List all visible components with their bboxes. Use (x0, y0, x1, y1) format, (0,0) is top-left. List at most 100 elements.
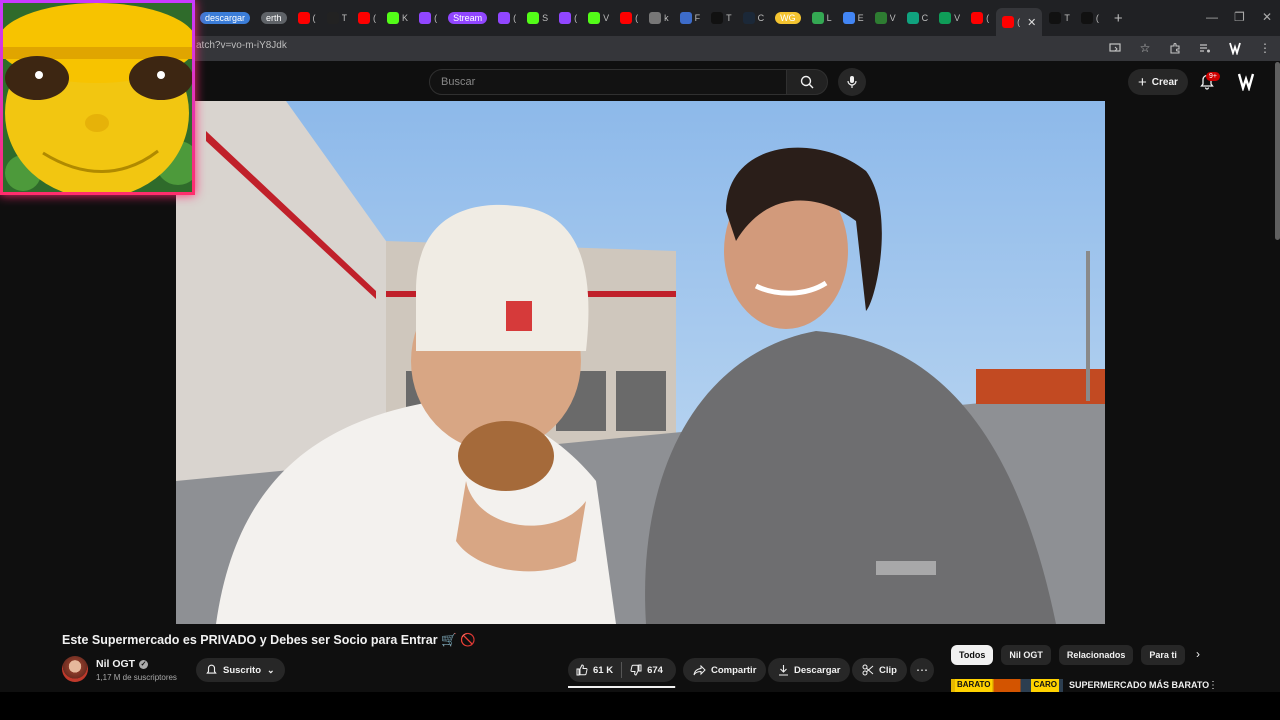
browser-tab[interactable]: Stream (444, 6, 491, 30)
more-actions-button[interactable]: ⋯ (910, 658, 934, 682)
download-button[interactable]: Descargar (768, 658, 851, 682)
webcam-overlay (0, 0, 195, 195)
filter-chip[interactable]: Relacionados (1058, 645, 1134, 665)
browser-tab[interactable]: ( (555, 6, 581, 30)
browser-tab[interactable]: ( (415, 6, 441, 30)
url-text[interactable]: atch?v=vo-m-iY8Jdk (196, 40, 287, 51)
download-action: Descargar (768, 658, 851, 682)
browser-tab[interactable]: ( (494, 6, 520, 30)
thumbs-down-icon (630, 664, 642, 676)
account-avatar[interactable] (1234, 69, 1258, 93)
tab-favicon-icon (842, 12, 855, 24)
download-label: Descargar (794, 664, 841, 676)
character-face-image (3, 3, 192, 192)
search-button[interactable] (786, 69, 828, 95)
search-icon (800, 75, 814, 89)
browser-tab[interactable]: K (383, 6, 412, 30)
browser-menu-icon[interactable]: ⋮ (1256, 39, 1274, 57)
tab-label: V (954, 13, 961, 23)
bookmark-star-icon[interactable]: ☆ (1136, 39, 1154, 57)
subscribed-button[interactable]: Suscrito ⌄ (196, 658, 285, 682)
page-scrollbar[interactable] (1275, 62, 1280, 240)
tab-favicon-icon (1002, 16, 1015, 28)
browser-tab[interactable]: V (871, 6, 900, 30)
profile-icon[interactable] (1226, 39, 1244, 57)
verified-check-icon: ✓ (139, 659, 149, 669)
tab-favicon-icon (419, 12, 432, 24)
tab-label: S (542, 13, 549, 23)
cast-icon[interactable] (1106, 39, 1124, 57)
browser-tab[interactable]: V (584, 6, 613, 30)
browser-tab[interactable]: erth (257, 6, 291, 30)
tab-favicon-icon (906, 12, 919, 24)
filter-chip[interactable]: Todos (951, 645, 994, 665)
close-window-icon[interactable]: ✕ (1262, 10, 1272, 24)
browser-tab[interactable]: ( (354, 6, 380, 30)
clip-button[interactable]: Clip (852, 658, 907, 682)
browser-tab[interactable]: WG (771, 6, 805, 30)
tab-favicon-icon (679, 12, 692, 24)
browser-tab[interactable]: F (676, 6, 705, 30)
download-icon (779, 665, 788, 676)
browser-tab[interactable]: T (323, 6, 352, 30)
channel-name[interactable]: Nil OGT (96, 658, 135, 670)
browser-tab[interactable]: C (739, 6, 769, 30)
restore-icon[interactable]: ❐ (1234, 10, 1245, 24)
browser-tab[interactable]: C (903, 6, 933, 30)
thumb-right-text: CARO (1031, 679, 1059, 693)
browser-tab[interactable]: descargar (196, 6, 254, 30)
browser-tab[interactable]: ( (1077, 6, 1103, 30)
recommendation-title[interactable]: SUPERMERCADO MÁS BARATO (1069, 680, 1209, 690)
browser-tab[interactable]: L (808, 6, 836, 30)
tab-label: F (694, 13, 701, 23)
video-frame (176, 101, 1105, 624)
recommendation-thumbnail[interactable]: BARATO CARO (951, 679, 1063, 693)
tab-label: T (726, 13, 732, 23)
tab-label: L (826, 13, 832, 23)
browser-tab[interactable]: T (1045, 6, 1074, 30)
chevron-right-icon[interactable]: › (1196, 647, 1200, 661)
channel-avatar[interactable] (62, 656, 88, 682)
tab-label: T (341, 13, 348, 23)
browser-tab[interactable]: k (645, 6, 673, 30)
video-player[interactable] (176, 101, 1105, 624)
dislike-button[interactable]: 674 (622, 658, 671, 682)
tab-favicon-icon (498, 12, 511, 24)
share-label: Compartir (711, 664, 757, 676)
browser-tab[interactable]: ( (616, 6, 642, 30)
like-ratio-fill (568, 686, 675, 688)
tab-favicon-icon (620, 12, 633, 24)
browser-tab[interactable]: V (935, 6, 964, 30)
video-title: Este Supermercado es PRIVADO y Debes ser… (62, 633, 476, 647)
browser-tab[interactable]: T (707, 6, 736, 30)
scissors-icon (862, 664, 874, 676)
new-tab-button[interactable]: + (1114, 10, 1123, 27)
channel-name-row[interactable]: Nil OGT ✓ (96, 658, 149, 670)
more-vertical-icon[interactable]: ⋮ (1208, 680, 1218, 691)
create-button[interactable]: + Crear (1128, 69, 1188, 95)
share-button[interactable]: Compartir (683, 658, 767, 682)
like-button[interactable]: 61 K (568, 658, 621, 682)
browser-tab[interactable]: E (839, 6, 868, 30)
tab-label: ( (513, 13, 517, 23)
active-browser-tab[interactable]: (✕ (996, 8, 1043, 36)
filter-chip[interactable]: Nil OGT (1001, 645, 1051, 665)
search-input[interactable]: Buscar (429, 69, 787, 95)
like-count: 61 K (593, 664, 614, 676)
tab-label: WG (775, 12, 801, 24)
tab-label: Stream (448, 12, 488, 24)
filter-chip[interactable]: Para ti (1141, 645, 1185, 665)
tab-label: ( (574, 13, 578, 23)
browser-tab[interactable]: ( (967, 6, 993, 30)
minimize-icon[interactable]: — (1206, 10, 1218, 24)
media-control-icon[interactable] (1196, 39, 1214, 57)
browser-tab[interactable]: S (523, 6, 552, 30)
voice-search-button[interactable] (838, 68, 866, 96)
tab-favicon-icon (297, 12, 310, 24)
plus-icon: + (1138, 73, 1147, 91)
close-tab-icon[interactable]: ✕ (1027, 16, 1036, 29)
tab-favicon-icon (874, 12, 887, 24)
browser-tab[interactable]: ( (294, 6, 320, 30)
extensions-icon[interactable] (1166, 39, 1184, 57)
tab-favicon-icon (387, 12, 400, 24)
